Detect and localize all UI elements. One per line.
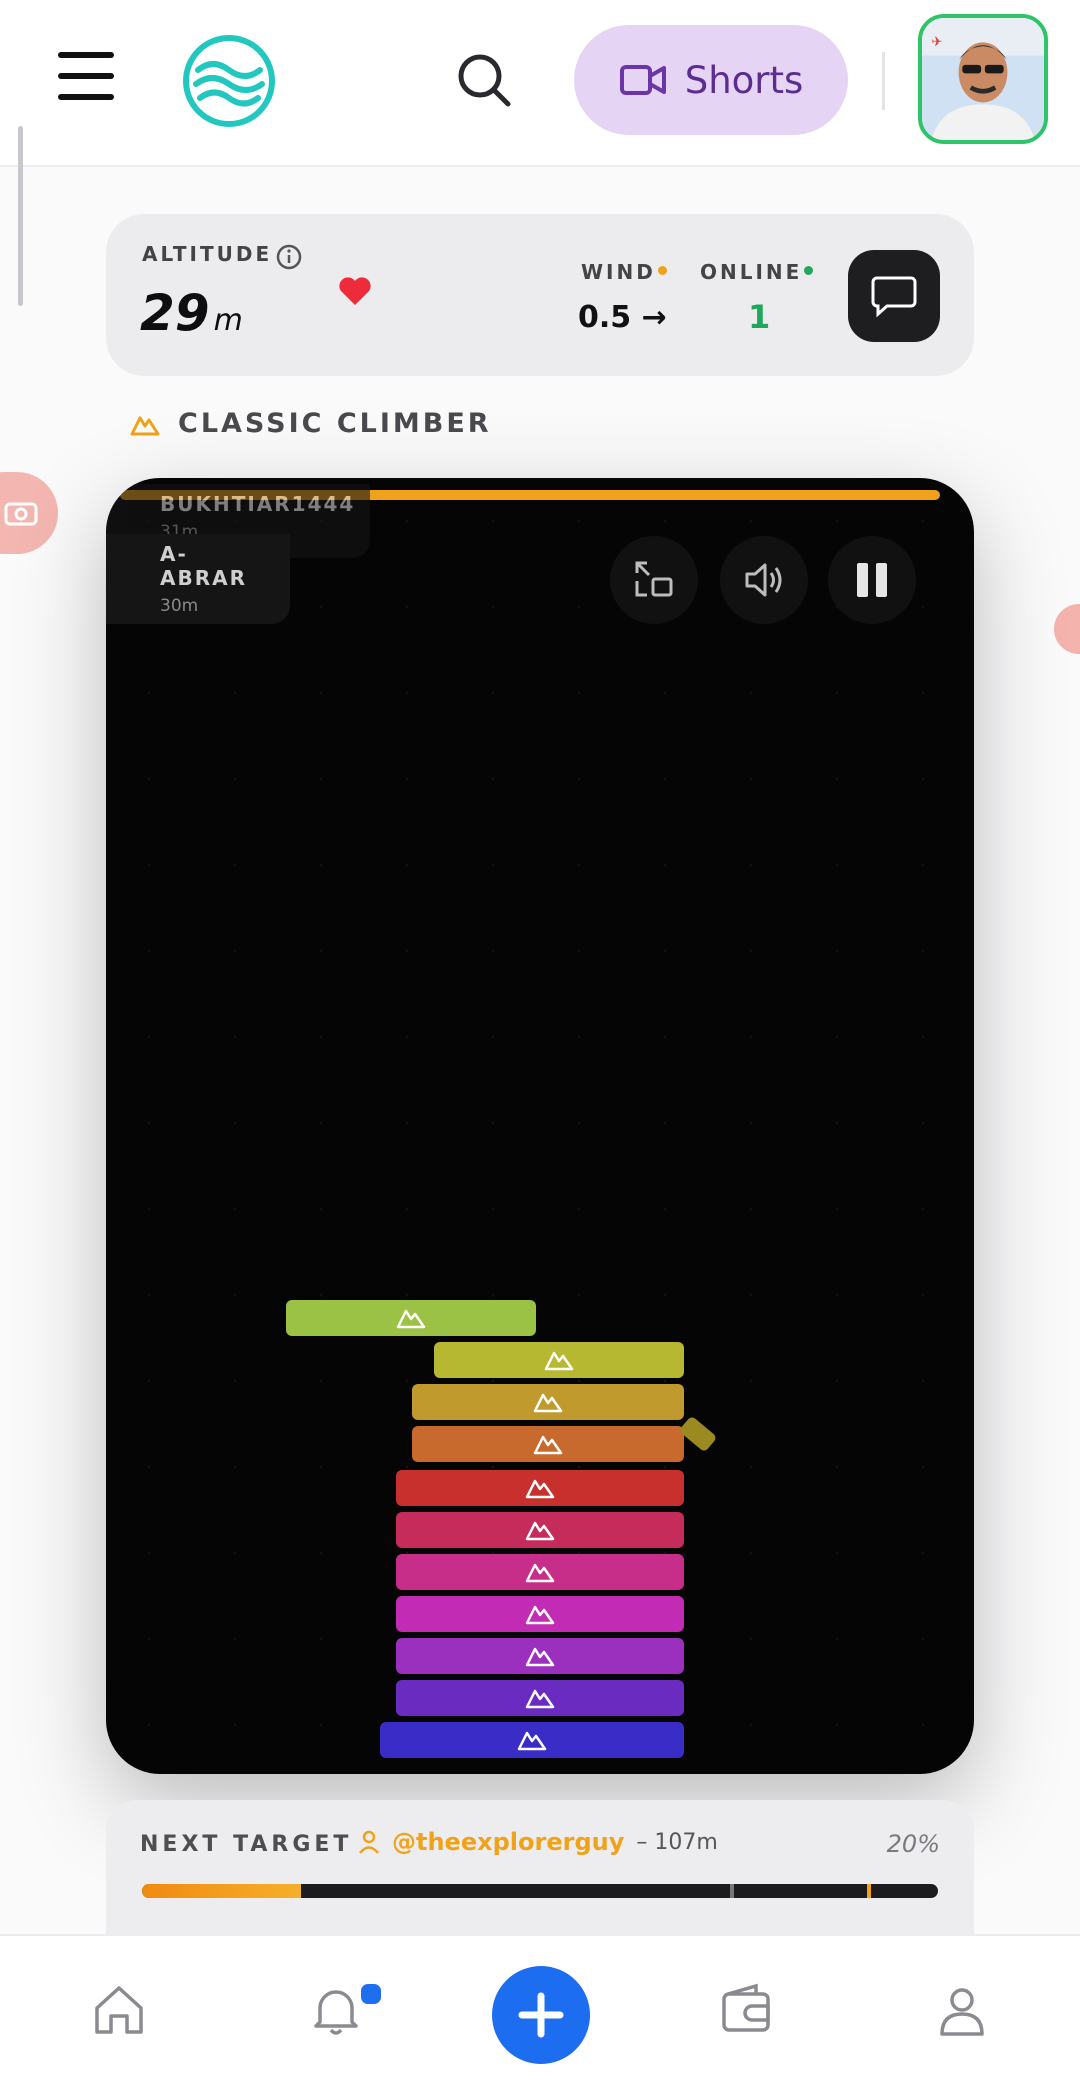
target-user[interactable]: @theexplorerguy – 107m bbox=[358, 1828, 718, 1856]
progress-marker bbox=[867, 1884, 871, 1898]
exit-fullscreen-icon bbox=[635, 561, 673, 597]
shorts-button[interactable]: Shorts bbox=[574, 25, 848, 135]
online-label: ONLINE bbox=[700, 260, 803, 284]
mountain-icon bbox=[130, 416, 160, 435]
mountain-icon bbox=[533, 1435, 563, 1455]
shorts-label: Shorts bbox=[684, 58, 804, 102]
stack-block bbox=[412, 1384, 684, 1420]
profile-icon[interactable] bbox=[932, 1980, 992, 2040]
scroll-indicator[interactable] bbox=[18, 126, 23, 306]
add-icon bbox=[518, 1992, 564, 2038]
altitude-unit: m bbox=[213, 303, 243, 338]
stack-block bbox=[396, 1554, 684, 1590]
volume-icon bbox=[745, 563, 782, 597]
top-app-bar: Shorts ✈ bbox=[0, 0, 1080, 167]
target-distance: – 107m bbox=[636, 1829, 718, 1855]
wallet-icon[interactable] bbox=[716, 1980, 776, 2040]
target-progress-fill bbox=[142, 1884, 302, 1898]
create-button[interactable] bbox=[492, 1966, 590, 2064]
side-float-button[interactable] bbox=[1054, 604, 1080, 654]
game-mode-label: CLASSIC CLIMBER bbox=[178, 408, 492, 439]
chat-button[interactable] bbox=[848, 250, 940, 342]
target-handle[interactable]: @theexplorerguy bbox=[392, 1828, 624, 1856]
pause-button[interactable] bbox=[828, 536, 916, 624]
progress-marker bbox=[730, 1884, 734, 1898]
volume-button[interactable] bbox=[720, 536, 808, 624]
mountain-icon bbox=[525, 1689, 555, 1709]
mountain-icon bbox=[533, 1393, 563, 1413]
person-icon bbox=[359, 1830, 379, 1854]
next-target-panel: NEXT TARGET @theexplorerguy – 107m 20% bbox=[106, 1800, 974, 1940]
player-tag: A-ABRAR 30m bbox=[106, 534, 290, 624]
camera-float-button[interactable] bbox=[0, 472, 58, 554]
player-name: A-ABRAR bbox=[160, 542, 248, 590]
next-target-label: NEXT TARGET bbox=[140, 1832, 353, 1857]
wind-value: 0.5 → bbox=[578, 300, 667, 335]
home-icon[interactable] bbox=[89, 1980, 149, 2040]
stack-block bbox=[396, 1680, 684, 1716]
stack-block bbox=[396, 1596, 684, 1632]
bottom-navigation bbox=[0, 1934, 1080, 2087]
pause-icon bbox=[857, 563, 887, 597]
mountain-icon bbox=[525, 1521, 555, 1541]
stack-block bbox=[380, 1722, 684, 1758]
notification-badge bbox=[358, 1981, 384, 2007]
stack-block bbox=[396, 1638, 684, 1674]
altitude-number: 29 bbox=[140, 284, 210, 342]
video-camera-icon bbox=[619, 65, 666, 95]
exit-fullscreen-button[interactable] bbox=[610, 536, 698, 624]
mountain-icon bbox=[525, 1605, 555, 1625]
info-icon[interactable] bbox=[276, 244, 302, 270]
search-icon[interactable] bbox=[456, 52, 512, 108]
stack-block bbox=[434, 1342, 684, 1378]
player-altitude: 30m bbox=[160, 596, 199, 616]
stack-block bbox=[396, 1512, 684, 1548]
hamburger-icon[interactable] bbox=[58, 52, 114, 100]
online-value: 1 bbox=[748, 298, 771, 336]
mountain-icon bbox=[525, 1647, 555, 1667]
heart-icon bbox=[339, 277, 371, 305]
camera-icon bbox=[4, 502, 38, 526]
altitude-value: 29 m bbox=[140, 284, 243, 342]
stack-block bbox=[396, 1470, 684, 1506]
mountain-icon bbox=[396, 1309, 426, 1329]
avatar-image: ✈ bbox=[922, 18, 1044, 140]
mountain-icon bbox=[517, 1731, 547, 1751]
user-avatar[interactable]: ✈ bbox=[918, 14, 1048, 144]
mountain-icon bbox=[525, 1479, 555, 1499]
svg-text:✈: ✈ bbox=[931, 35, 942, 50]
waves-logo-icon[interactable] bbox=[182, 34, 276, 128]
game-canvas[interactable]: BUKHTIAR1444 31m A-ABRAR 30m bbox=[106, 478, 974, 1774]
stack-block bbox=[286, 1300, 536, 1336]
mountain-icon bbox=[544, 1351, 574, 1371]
altitude-label: ALTITUDE bbox=[142, 242, 273, 266]
stack-block bbox=[412, 1426, 684, 1462]
online-dot bbox=[804, 266, 813, 275]
wind-label: WIND bbox=[581, 260, 656, 284]
chat-bubble-icon bbox=[871, 276, 917, 318]
bell-icon[interactable] bbox=[306, 1980, 366, 2040]
status-card: ALTITUDE 29 m WIND 0.5 → ONLINE 1 bbox=[106, 214, 974, 376]
game-mode: CLASSIC CLIMBER bbox=[130, 408, 492, 439]
target-progress-bar bbox=[142, 1884, 938, 1898]
target-percent: 20% bbox=[886, 1830, 940, 1858]
wind-dot bbox=[658, 266, 667, 275]
divider bbox=[882, 52, 885, 110]
mountain-icon bbox=[525, 1563, 555, 1583]
player-name: BUKHTIAR1444 bbox=[160, 492, 356, 516]
